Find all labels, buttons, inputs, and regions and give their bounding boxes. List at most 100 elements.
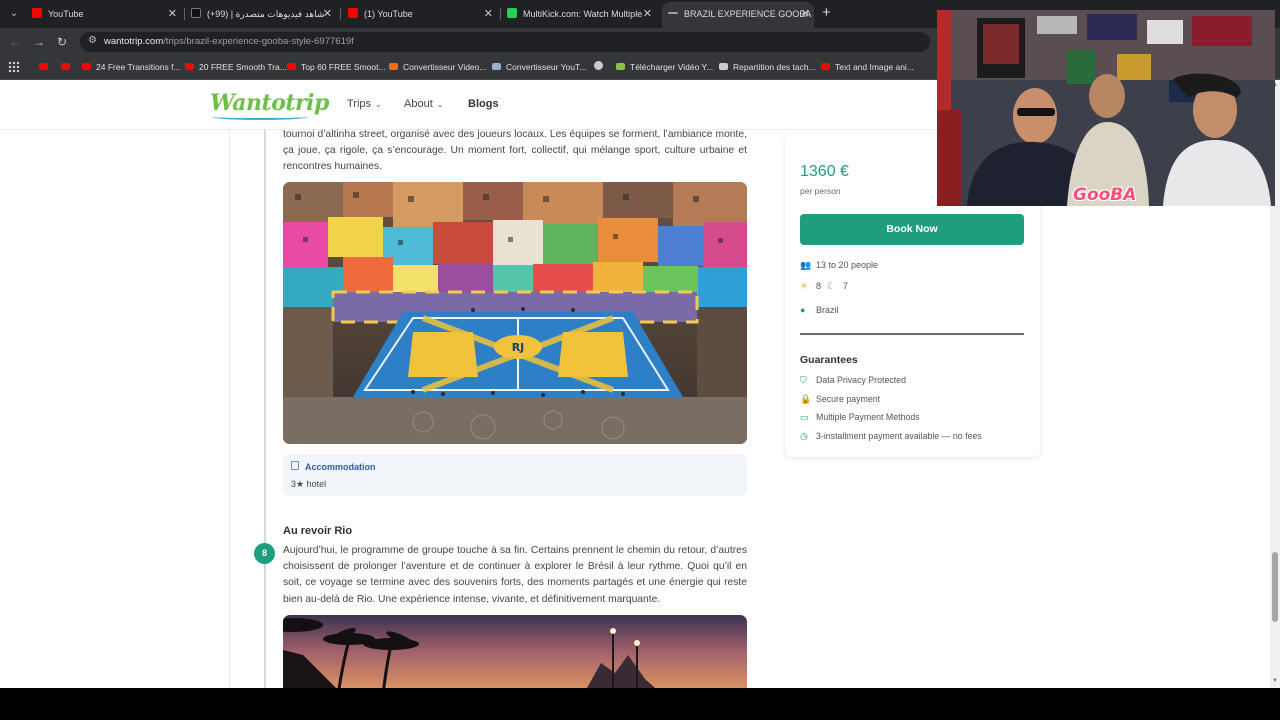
scroll-down-arrow-icon[interactable]: ▼	[1272, 678, 1278, 684]
loading-favicon-icon	[668, 12, 678, 14]
day-title: Au revoir Rio	[283, 525, 353, 537]
location-text: Brazil	[816, 305, 839, 315]
url-path: /trips/brazil-experience-gooba-style-697…	[163, 36, 354, 47]
youtube-icon	[821, 63, 830, 70]
day-description: Aujourd’hui, le programme de groupe touc…	[283, 545, 747, 605]
converter-icon	[389, 63, 398, 70]
youtube-icon	[39, 63, 48, 70]
nav-about[interactable]: About ⌄	[404, 98, 443, 110]
tab-title: (1) YouTube	[364, 9, 413, 19]
youtube-favicon-icon	[32, 8, 42, 18]
webcam-overlay	[937, 10, 1275, 206]
nav-label: About	[404, 98, 433, 110]
photo-image: RJ	[283, 182, 747, 444]
card-divider	[800, 333, 1024, 335]
days-count: 8	[816, 281, 822, 291]
multikick-favicon-icon	[507, 8, 517, 18]
map-pin-icon: ●	[800, 305, 806, 315]
group-size-text: 13 to 20 people	[816, 260, 879, 270]
bookmark-item[interactable]	[61, 61, 75, 73]
guarantee-label: Data Privacy Protected	[816, 375, 906, 385]
tiktok-favicon-icon	[191, 8, 201, 18]
url-text[interactable]: wantotrip.com/trips/brazil-experience-go…	[104, 36, 354, 47]
bookmark-label: 24 Free Transitions f...	[96, 62, 181, 72]
youtube-icon	[287, 63, 296, 70]
bookmark-item[interactable]: Repartition des tach...	[719, 61, 816, 73]
guarantee-item: ▭ Multiple Payment Methods	[800, 411, 920, 423]
scrollbar-thumb[interactable]	[1272, 552, 1278, 622]
lock-icon: 🔒	[800, 394, 812, 404]
forward-arrow-icon[interactable]: →	[33, 34, 45, 50]
youtube-icon	[82, 63, 91, 70]
bookmark-label: Top 60 FREE Smoot...	[301, 62, 386, 72]
price-unit: per person	[800, 186, 841, 196]
nav-trips[interactable]: Trips ⌄	[347, 98, 382, 110]
reload-icon[interactable]: ↻	[57, 34, 67, 50]
close-tab-icon[interactable]: ✕	[643, 4, 652, 24]
people-icon: 👥	[800, 260, 812, 270]
sun-icon: ☀	[800, 281, 809, 291]
close-tab-icon[interactable]: ✕	[801, 2, 810, 26]
bookmark-item[interactable]: 24 Free Transitions f...	[82, 61, 181, 73]
nav-blogs[interactable]: Blogs	[468, 98, 499, 110]
rio-sunset-photo	[283, 615, 747, 688]
bookmark-item[interactable]: Convertisseur YouT...	[492, 61, 586, 73]
bookmark-item[interactable]	[594, 61, 608, 73]
tab-search-icon[interactable]: ⌄	[5, 5, 23, 23]
bookmark-label: Convertisseur Video...	[403, 62, 487, 72]
trip-price: 1360 €	[800, 163, 849, 180]
group-size-row: 👥 13 to 20 people	[800, 259, 878, 271]
content-border	[229, 130, 230, 688]
tab-title: MultiKick.com: Watch Multiple	[523, 9, 643, 19]
browser-tab[interactable]: YouTube ✕	[32, 4, 177, 24]
new-tab-icon[interactable]: +	[822, 5, 831, 21]
bookmark-item[interactable]: Télécharger Vidéo Y...	[616, 61, 713, 73]
document-icon	[719, 63, 728, 70]
bookmark-item[interactable]: Text and Image ani...	[821, 61, 914, 73]
back-arrow-icon[interactable]: ←	[9, 34, 21, 50]
court-label: RJ	[512, 341, 525, 354]
site-info-icon[interactable]: ⚙	[88, 35, 97, 46]
close-tab-icon[interactable]: ✕	[484, 4, 493, 24]
hotel-icon	[291, 461, 299, 470]
bookmark-label: Convertisseur YouT...	[506, 62, 587, 72]
guarantee-label: 3-installment payment available — no fee…	[816, 431, 982, 441]
tab-title: BRAZIL EXPERIENCE GOOBA ST	[684, 9, 814, 19]
credit-card-icon: ▭	[800, 412, 809, 422]
streamer-tag: GooBA	[1073, 185, 1137, 205]
globe-icon	[594, 61, 603, 70]
bookmark-label: 20 FREE Smooth Tra...	[199, 62, 287, 72]
browser-tab[interactable]: MultiKick.com: Watch Multiple ✕	[507, 4, 652, 24]
favela-court-photo: RJ	[283, 182, 747, 444]
download-icon	[616, 63, 625, 70]
clock-icon: ◷	[800, 431, 808, 441]
bookmark-label: Repartition des tach...	[733, 62, 816, 72]
bookmark-item[interactable]: Convertisseur Video...	[389, 61, 486, 73]
book-now-button[interactable]: Book Now	[800, 214, 1024, 245]
browser-tab[interactable]: (1) YouTube ✕	[348, 4, 493, 24]
close-tab-icon[interactable]: ✕	[323, 4, 332, 24]
itinerary-timeline	[264, 130, 266, 688]
youtube-favicon-icon	[348, 8, 358, 18]
accommodation-box: Accommodation 3★ hotel	[283, 454, 747, 496]
browser-tab-active[interactable]: BRAZIL EXPERIENCE GOOBA ST ✕	[662, 2, 814, 28]
tab-title: YouTube	[48, 9, 84, 19]
shield-check-icon: ⛉	[800, 375, 807, 385]
bookmark-item[interactable]	[39, 61, 53, 73]
nights-count: 7	[843, 281, 849, 291]
guarantees-title: Guarantees	[800, 354, 858, 366]
converter-icon	[492, 63, 501, 70]
bookmark-item[interactable]: Top 60 FREE Smoot...	[287, 61, 386, 73]
guarantee-label: Multiple Payment Methods	[816, 412, 920, 422]
omnibox[interactable]: ⚙ wantotrip.com/trips/brazil-experience-…	[80, 32, 930, 52]
bookmark-item[interactable]: 20 FREE Smooth Tra...	[185, 61, 287, 73]
day-description: tournoi d’altinha street, organisé avec …	[283, 129, 747, 173]
close-tab-icon[interactable]: ✕	[168, 4, 177, 24]
apps-grid-icon[interactable]	[8, 61, 19, 72]
tab-title: شاهد فيديوهات متصدرة | (99+)	[207, 9, 325, 19]
bookmark-label: Text and Image ani...	[835, 62, 914, 72]
guarantee-label: Secure payment	[816, 394, 881, 404]
site-logo[interactable]: Wantotrip	[210, 90, 329, 116]
browser-tab[interactable]: شاهد فيديوهات متصدرة | (99+) ✕	[191, 4, 332, 24]
accommodation-title: Accommodation	[305, 462, 376, 472]
